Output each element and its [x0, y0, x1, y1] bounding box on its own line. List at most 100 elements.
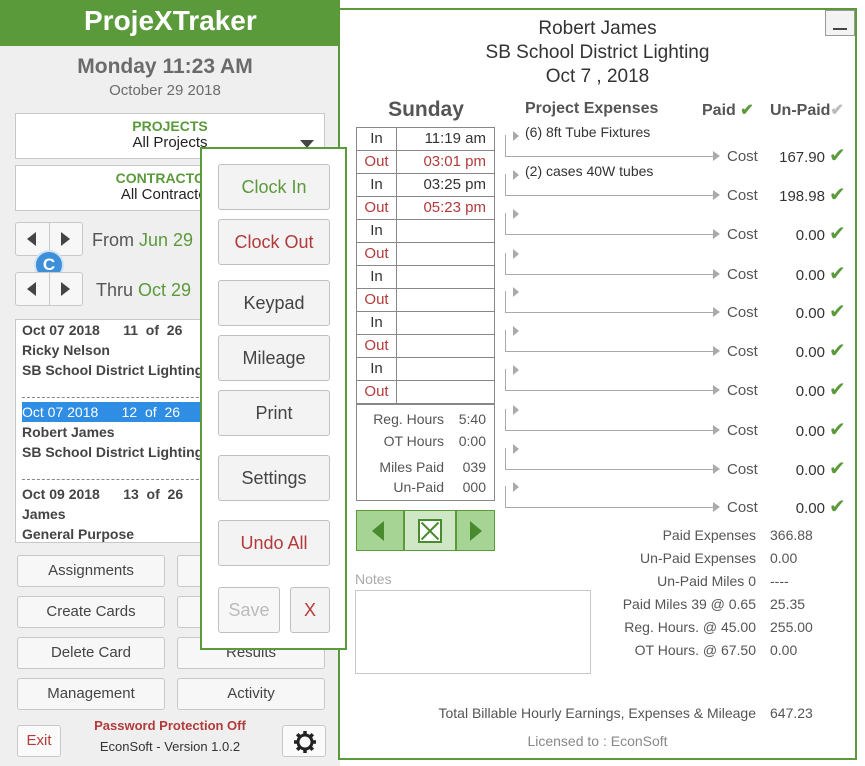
check-icon[interactable]: ✔: [829, 494, 846, 519]
time-value[interactable]: 03:25 pm: [397, 174, 494, 196]
check-icon[interactable]: ✔: [829, 182, 846, 207]
check-icon[interactable]: ✔: [829, 299, 846, 324]
arrow-right-icon: [61, 232, 70, 246]
total-value: 0.00: [770, 550, 798, 566]
time-row[interactable]: Out 05:23 pm: [357, 197, 494, 220]
cost-input[interactable]: 0.00: [765, 500, 825, 517]
time-value[interactable]: [397, 266, 494, 288]
next-card-button[interactable]: [456, 510, 495, 551]
time-row[interactable]: In: [357, 312, 494, 335]
exit-button[interactable]: Exit: [17, 725, 61, 757]
card-index: 11: [123, 322, 138, 338]
cost-label: Cost: [727, 266, 758, 283]
cost-input[interactable]: 0.00: [765, 305, 825, 322]
arrow-right-icon: [713, 307, 720, 317]
connector: [505, 213, 513, 235]
thru-prev-button[interactable]: [16, 273, 50, 305]
total-label: Paid Expenses: [662, 527, 756, 543]
time-value[interactable]: 03:01 pm: [397, 151, 494, 173]
settings-gear-button[interactable]: [282, 725, 326, 757]
create-cards-button[interactable]: Create Cards: [17, 596, 165, 628]
total-label: Un-Paid Miles 0: [657, 573, 756, 589]
cost-input[interactable]: 167.90: [765, 149, 825, 166]
time-type: Out: [357, 151, 397, 173]
time-value[interactable]: [397, 312, 494, 334]
time-type: Out: [357, 335, 397, 357]
arrow-right-icon: [713, 385, 720, 395]
time-row[interactable]: Out: [357, 335, 494, 358]
stop-button[interactable]: [404, 510, 456, 551]
time-row[interactable]: In 03:25 pm: [357, 174, 494, 197]
arrow-right-icon: [513, 249, 519, 259]
clock-out-button[interactable]: Clock Out: [218, 219, 330, 265]
total-value: ----: [770, 573, 789, 589]
check-icon[interactable]: ✔: [829, 417, 846, 442]
close-button[interactable]: X: [290, 587, 330, 633]
connector: [513, 390, 713, 391]
time-row[interactable]: In: [357, 220, 494, 243]
activity-button[interactable]: Activity: [177, 678, 325, 710]
time-value[interactable]: 11:19 am: [397, 128, 494, 150]
expense-desc-input[interactable]: (6) 8ft Tube Fixtures: [525, 124, 650, 140]
time-row[interactable]: In: [357, 266, 494, 289]
time-value[interactable]: [397, 220, 494, 242]
print-button[interactable]: Print: [218, 390, 330, 436]
time-value[interactable]: 05:23 pm: [397, 197, 494, 219]
delete-card-button[interactable]: Delete Card: [17, 637, 165, 669]
paid-header-label: Paid: [702, 102, 736, 119]
cost-input[interactable]: 0.00: [765, 462, 825, 479]
time-row[interactable]: Out: [357, 289, 494, 312]
time-value[interactable]: [397, 243, 494, 265]
time-type: Out: [357, 197, 397, 219]
time-type: In: [357, 128, 397, 150]
time-value[interactable]: [397, 358, 494, 380]
check-icon[interactable]: ✔: [829, 377, 846, 402]
cost-input[interactable]: 0.00: [765, 344, 825, 361]
time-value[interactable]: [397, 289, 494, 311]
time-type: Out: [357, 243, 397, 265]
management-button[interactable]: Management: [17, 678, 165, 710]
cost-input[interactable]: 0.00: [765, 383, 825, 400]
expense-desc-input[interactable]: (2) cases 40W tubes: [525, 163, 653, 179]
clock-in-button[interactable]: Clock In: [218, 164, 330, 210]
time-row[interactable]: Out: [357, 381, 494, 404]
time-row[interactable]: Out 03:01 pm: [357, 151, 494, 174]
time-value[interactable]: [397, 335, 494, 357]
cost-input[interactable]: 0.00: [765, 267, 825, 284]
notes-input[interactable]: [355, 590, 591, 674]
prev-card-button[interactable]: [356, 510, 404, 551]
cost-input[interactable]: 198.98: [765, 188, 825, 205]
check-icon[interactable]: ✔: [829, 338, 846, 363]
time-row[interactable]: In 11:19 am: [357, 128, 494, 151]
check-icon[interactable]: ✔: [829, 261, 846, 286]
connector: [505, 448, 513, 470]
connector: [513, 469, 713, 470]
keypad-button[interactable]: Keypad: [218, 280, 330, 326]
assignments-button[interactable]: Assignments: [17, 555, 165, 587]
timecard-panel: Robert James SB School District Lighting…: [338, 8, 857, 760]
card-nav-bar: [356, 510, 495, 551]
thru-next-button[interactable]: [48, 273, 82, 305]
time-row[interactable]: Out: [357, 243, 494, 266]
cost-input[interactable]: 0.00: [765, 423, 825, 440]
cost-label: Cost: [727, 343, 758, 360]
arrow-right-icon: [513, 365, 519, 375]
total-label: Un-Paid Expenses: [640, 550, 756, 566]
time-row[interactable]: In: [357, 358, 494, 381]
ot-hours-label: OT Hours: [383, 433, 444, 449]
time-value[interactable]: [397, 381, 494, 404]
cost-input[interactable]: 0.00: [765, 227, 825, 244]
undo-all-button[interactable]: Undo All: [218, 520, 330, 566]
expense-row: Cost 0.00 ✔: [505, 444, 855, 483]
arrow-right-icon: [513, 444, 519, 454]
expense-row: Cost 0.00 ✔: [505, 209, 855, 248]
check-icon[interactable]: ✔: [829, 221, 846, 246]
save-button[interactable]: Save: [218, 587, 280, 633]
projects-title: PROJECTS: [132, 118, 208, 134]
check-icon[interactable]: ✔: [829, 456, 846, 481]
card-of: of: [146, 486, 160, 502]
check-icon[interactable]: ✔: [829, 143, 846, 168]
settings-button[interactable]: Settings: [218, 455, 330, 501]
expense-row: Cost 0.00 ✔: [505, 326, 855, 365]
mileage-button[interactable]: Mileage: [218, 335, 330, 381]
